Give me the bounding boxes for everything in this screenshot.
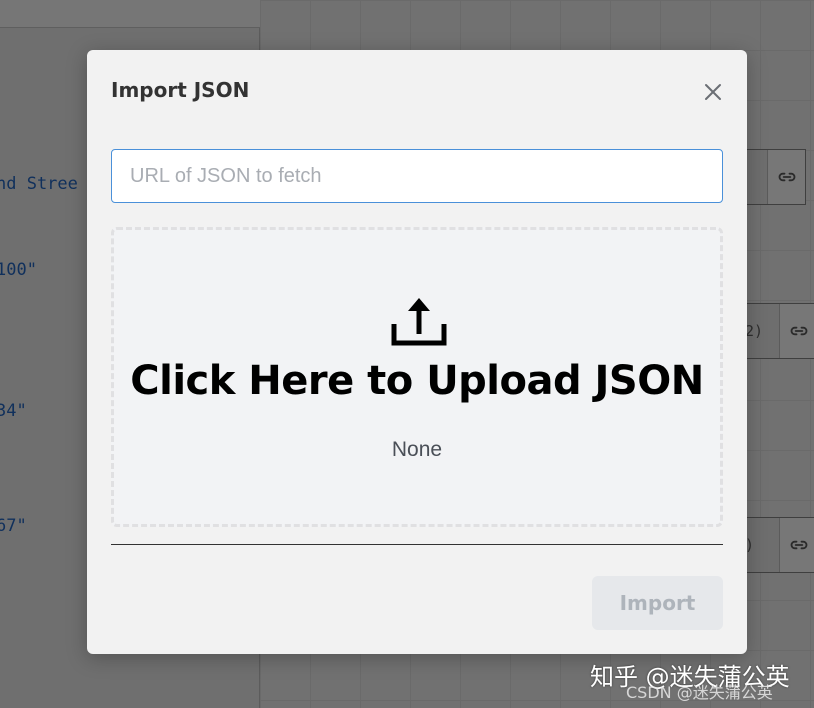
- upload-title: Click Here to Upload JSON: [130, 358, 704, 404]
- link-icon: [767, 150, 805, 204]
- upload-dropzone[interactable]: Click Here to Upload JSON None: [111, 227, 723, 527]
- background-panel-header: [0, 0, 260, 28]
- background-code-line: 67": [0, 516, 27, 536]
- close-icon: [705, 84, 721, 100]
- link-icon: [779, 518, 814, 572]
- json-url-input[interactable]: [111, 149, 723, 203]
- import-button[interactable]: Import: [592, 576, 723, 630]
- screen: nd Stree 100" 34" 67" 2) ) Import JSON U…: [0, 0, 814, 708]
- background-code-line: nd Stree: [0, 174, 78, 194]
- background-code-line: 34": [0, 401, 27, 421]
- watermark-csdn: CSDN @迷失蒲公英: [626, 683, 773, 702]
- background-node: ): [738, 517, 814, 573]
- upload-status: None: [391, 438, 443, 461]
- footer-divider: [111, 544, 723, 545]
- close-button[interactable]: [699, 78, 727, 106]
- background-node: 2): [738, 303, 814, 359]
- upload-icon: [391, 298, 447, 346]
- background-code-line: 100": [0, 260, 37, 280]
- modal-title: Import JSON: [111, 78, 250, 102]
- import-json-modal: Import JSON Click Here to Upload JSON No…: [87, 50, 747, 654]
- link-icon: [779, 304, 814, 358]
